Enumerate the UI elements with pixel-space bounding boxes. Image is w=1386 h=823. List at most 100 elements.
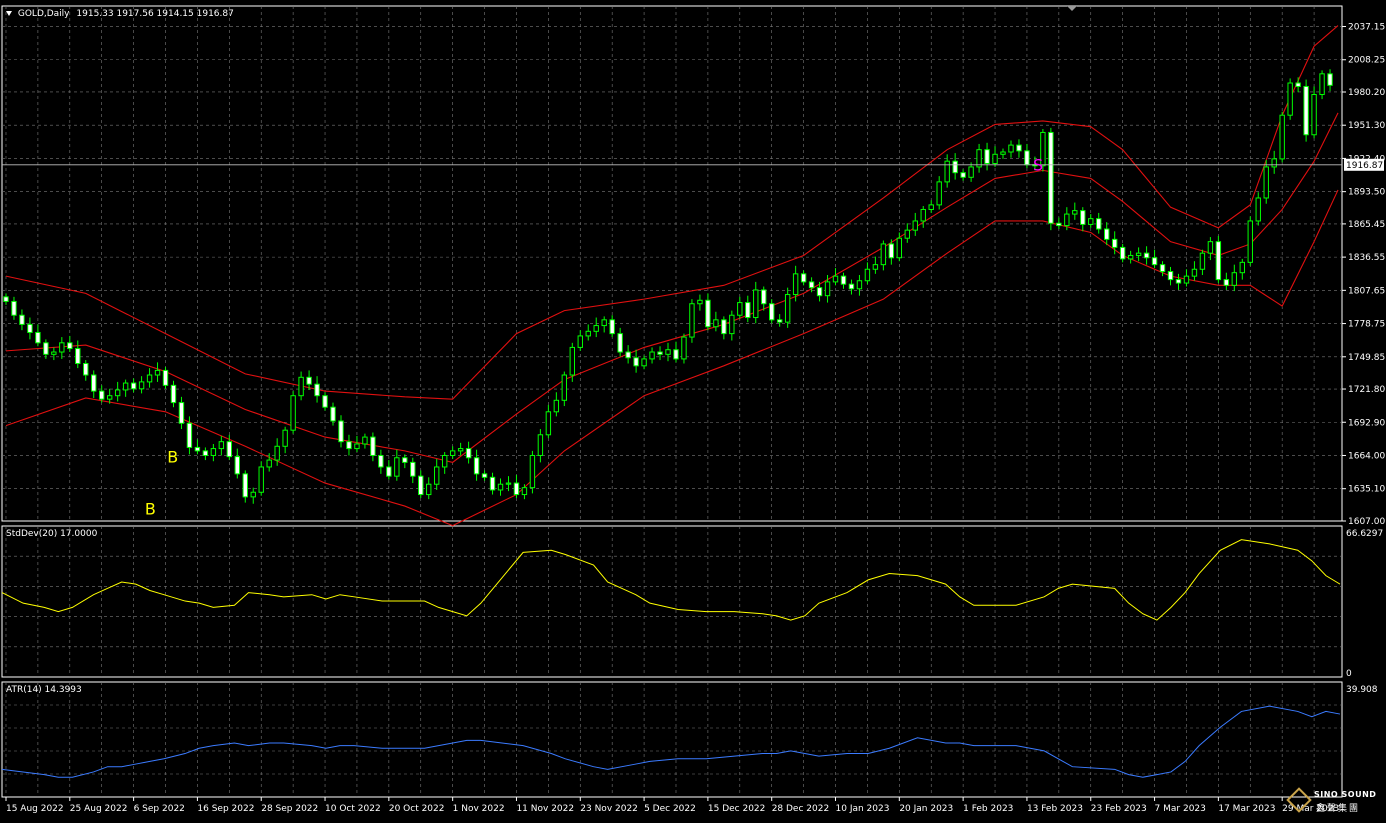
candle-bull <box>146 374 153 383</box>
candle-bear <box>705 299 711 328</box>
price-tick-label: 1807.65 <box>1348 286 1385 296</box>
signal-label: B <box>145 499 156 518</box>
candle-bull <box>569 346 575 376</box>
date-tick-label: 16 Sep 2022 <box>197 804 254 814</box>
candle-bull <box>354 443 360 450</box>
candle-bear <box>162 369 169 386</box>
candle-bull <box>218 441 225 450</box>
candle-bull <box>872 264 879 270</box>
candle-bull <box>593 325 599 332</box>
date-tick-label: 28 Dec 2022 <box>772 804 830 814</box>
candle-bull <box>561 374 568 401</box>
candle-bull <box>1127 254 1134 260</box>
candle-bear <box>808 281 815 289</box>
candle-bull <box>641 358 647 367</box>
candle-bull <box>505 482 512 485</box>
candle-bull <box>449 450 456 456</box>
price-tick-label: 1778.75 <box>1348 320 1385 330</box>
candle-bull <box>936 181 942 206</box>
candle-bull <box>545 411 552 436</box>
atr-max-label: 39.908 <box>1346 685 1378 695</box>
candle-bear <box>1159 264 1166 273</box>
candle-bull <box>210 448 217 456</box>
candle-bear <box>19 314 25 325</box>
price-tick-label: 1607.00 <box>1348 517 1385 527</box>
candle-bull <box>904 229 910 239</box>
candle-bull <box>1191 268 1198 277</box>
chart-shift-icon <box>1067 6 1077 11</box>
bollinger-lower-line <box>5 189 1339 527</box>
candle-bull <box>537 434 544 456</box>
price-tick-label: 1664.00 <box>1348 451 1385 461</box>
candle-bear <box>1223 279 1230 286</box>
candle-bear <box>1024 150 1030 166</box>
trading-chart[interactable]: 2037.152008.251980.201951.301922.401893.… <box>0 0 1386 819</box>
candle-bear <box>11 300 17 316</box>
candle-bull <box>649 351 655 360</box>
candle-bull <box>298 376 304 397</box>
candle-bear <box>1016 144 1022 152</box>
candle-bear <box>1119 246 1126 260</box>
candle-bear <box>625 351 631 359</box>
candle-bull <box>729 314 735 335</box>
price-panel-title: GOLD,Daily 1915.33 1917.56 1914.15 1916.… <box>6 9 234 19</box>
candle-bear <box>761 289 767 305</box>
candle-bull <box>832 275 839 283</box>
candle-bull <box>1231 272 1238 286</box>
candle-bear <box>91 374 97 392</box>
candle-bull <box>577 335 583 348</box>
candle-bull <box>1271 158 1277 168</box>
candle-bear <box>952 160 958 174</box>
candle-bear <box>242 473 248 498</box>
candle-bull <box>51 351 57 355</box>
candle-bull <box>250 491 256 498</box>
candle-bear <box>1048 131 1054 224</box>
price-tick-label: 2008.25 <box>1348 56 1385 66</box>
candle-bull <box>713 319 719 328</box>
symbol-label: GOLD,Daily <box>17 9 70 19</box>
date-tick-label: 25 Aug 2022 <box>70 804 128 814</box>
candle-bear <box>633 357 639 367</box>
candle-bear <box>202 450 209 456</box>
candle-bull <box>784 294 791 323</box>
candle-bull <box>1239 261 1245 274</box>
candle-bear <box>1215 241 1222 281</box>
date-tick-label: 20 Jan 2023 <box>899 804 953 814</box>
candle-bull <box>912 220 918 231</box>
candle-bull <box>944 160 950 183</box>
candle-bull <box>274 445 280 461</box>
candle-bear <box>513 482 520 496</box>
atr-panel-frame <box>1 681 1343 798</box>
current-price-label: 1916.87 <box>1346 161 1383 171</box>
candle-bear <box>481 473 488 478</box>
candle-bull <box>1279 114 1285 160</box>
candle-bear <box>386 466 392 477</box>
candle-bull <box>697 299 703 305</box>
candle-bull <box>928 204 934 210</box>
candle-bear <box>370 436 376 456</box>
candle-bear <box>83 363 89 376</box>
candle-bear <box>673 349 679 360</box>
stddev-panel-title: StdDev(20) 17.0000 <box>6 529 98 539</box>
candle-bull <box>737 302 743 316</box>
candle-bear <box>234 456 240 475</box>
candle-bull <box>753 289 759 319</box>
candle-bear <box>1303 85 1309 136</box>
candle-bear <box>194 446 201 452</box>
candle-bear <box>1056 222 1062 227</box>
candle-bull <box>59 342 65 353</box>
candle-bull <box>1255 197 1261 222</box>
candle-bear <box>3 296 9 302</box>
atr-panel-title: ATR(14) 14.3993 <box>6 685 82 695</box>
candle-bear <box>130 382 137 390</box>
date-tick-label: 17 Mar 2023 <box>1218 804 1275 814</box>
date-tick-label: 15 Aug 2022 <box>6 804 64 814</box>
sino-sound-logo: SINO SOUND 鑫聲集團 <box>1286 787 1382 815</box>
candle-bear <box>402 457 408 463</box>
candle-bull <box>1135 252 1142 256</box>
candle-bear <box>330 406 336 422</box>
dropdown-arrow-icon[interactable] <box>6 11 12 16</box>
candle-bear <box>226 441 233 458</box>
candle-bear <box>840 275 847 285</box>
candle-bull <box>864 268 871 282</box>
